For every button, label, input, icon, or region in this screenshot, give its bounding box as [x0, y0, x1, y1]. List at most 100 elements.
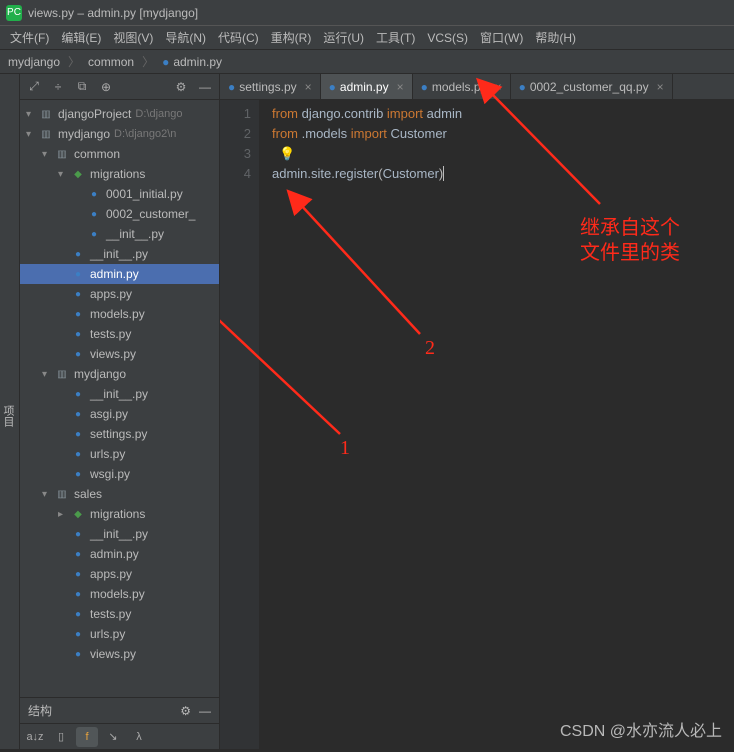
chevron-icon[interactable]: ▾	[26, 129, 38, 140]
menubar: 文件(F)编辑(E)视图(V)导航(N)代码(C)重构(R)运行(U)工具(T)…	[0, 26, 734, 50]
close-icon[interactable]: ×	[397, 80, 404, 94]
tree-item[interactable]: ●models.py	[20, 304, 219, 324]
python-icon: ●	[70, 547, 86, 561]
menu-item[interactable]: 文件(F)	[6, 27, 53, 48]
chevron-icon[interactable]: ▾	[58, 169, 70, 180]
menu-item[interactable]: 重构(R)	[267, 27, 316, 48]
chevron-icon[interactable]: ▸	[58, 509, 70, 520]
menu-item[interactable]: 帮助(H)	[531, 27, 580, 48]
editor-area: ●settings.py×●admin.py×●models.py×●0002_…	[220, 74, 734, 749]
window-title: views.py – admin.py [mydjango]	[28, 6, 198, 20]
select-opened-icon[interactable]: ÷	[50, 79, 66, 95]
menu-item[interactable]: 导航(N)	[161, 27, 210, 48]
sort-alpha-icon[interactable]: a↓z	[24, 727, 46, 747]
breadcrumb-item[interactable]: common	[88, 55, 134, 69]
python-icon: ●	[70, 467, 86, 481]
tree-item[interactable]: ▾▥mydjangoD:\django2\n	[20, 124, 219, 144]
chevron-icon[interactable]: ▾	[26, 109, 38, 120]
chevron-icon[interactable]: ▾	[42, 369, 54, 380]
menu-item[interactable]: 代码(C)	[214, 27, 263, 48]
project-tab[interactable]: 项目	[0, 74, 20, 749]
bulb-icon[interactable]: 💡	[279, 146, 295, 161]
python-icon: ●	[70, 607, 86, 621]
breadcrumb-item[interactable]: ●admin.py	[162, 55, 222, 69]
python-icon: ●	[70, 247, 86, 261]
tree-item[interactable]: ▾▥common	[20, 144, 219, 164]
project-toolbar: ⤢ ÷ ⧉ ⊕ ⚙ —	[20, 74, 219, 100]
close-icon[interactable]: ×	[495, 80, 502, 94]
tree-item[interactable]: ●settings.py	[20, 424, 219, 444]
tree-item[interactable]: ▸◆migrations	[20, 504, 219, 524]
breadcrumb-bar: mydjango〉common〉●admin.py	[0, 50, 734, 74]
tree-item[interactable]: ●views.py	[20, 344, 219, 364]
tree-item[interactable]: ●models.py	[20, 584, 219, 604]
tree-item[interactable]: ▾▥mydjango	[20, 364, 219, 384]
tree-item[interactable]: ●urls.py	[20, 444, 219, 464]
tree-item[interactable]: ▾▥djangoProjectD:\django	[20, 104, 219, 124]
tree-item[interactable]: ●urls.py	[20, 624, 219, 644]
close-icon[interactable]: ×	[657, 80, 664, 94]
tree-item[interactable]: ●__init__.py	[20, 384, 219, 404]
tree-item[interactable]: ●__init__.py	[20, 244, 219, 264]
filter-icon[interactable]: ▯	[50, 727, 72, 747]
editor-tab[interactable]: ●settings.py×	[220, 74, 321, 99]
collapse-icon[interactable]: ⧉	[74, 79, 90, 95]
menu-item[interactable]: 工具(T)	[372, 27, 419, 48]
python-icon: ●	[86, 227, 102, 241]
python-icon: ●	[70, 527, 86, 541]
chevron-icon[interactable]: ▾	[42, 489, 54, 500]
python-icon: ●	[70, 407, 86, 421]
tree-item[interactable]: ●views.py	[20, 644, 219, 664]
tree-item[interactable]: ▾◆migrations	[20, 164, 219, 184]
tree-item[interactable]: ●0002_customer_	[20, 204, 219, 224]
breadcrumb-item[interactable]: mydjango	[8, 55, 60, 69]
python-icon: ●	[421, 80, 428, 94]
tree-item[interactable]: ●admin.py	[20, 544, 219, 564]
menu-item[interactable]: 窗口(W)	[476, 27, 527, 48]
tree-item[interactable]: ●apps.py	[20, 284, 219, 304]
hide-icon[interactable]: —	[199, 704, 211, 718]
python-icon: ●	[70, 267, 86, 281]
show-lambda-icon[interactable]: λ	[128, 727, 150, 747]
folder-icon: ▥	[54, 487, 70, 501]
editor-tab[interactable]: ●0002_customer_qq.py×	[511, 74, 673, 99]
tree-item[interactable]: ●__init__.py	[20, 224, 219, 244]
tree-item[interactable]: ▾▥sales	[20, 484, 219, 504]
python-icon: ●	[70, 447, 86, 461]
editor-tab[interactable]: ●models.py×	[413, 74, 511, 99]
tree-item[interactable]: ●__init__.py	[20, 524, 219, 544]
django-icon: ◆	[70, 167, 86, 181]
menu-item[interactable]: 视图(V)	[109, 27, 157, 48]
python-icon: ●	[519, 80, 526, 94]
editor-tab[interactable]: ●admin.py×	[321, 74, 413, 99]
structure-header[interactable]: 结构 ⚙ —	[20, 697, 219, 723]
chevron-icon[interactable]: ▾	[42, 149, 54, 160]
show-fields-icon[interactable]: f	[76, 727, 98, 747]
django-icon: ◆	[70, 507, 86, 521]
gutter: 1234	[220, 100, 260, 749]
hide-icon[interactable]: —	[197, 79, 213, 95]
locate-icon[interactable]: ⊕	[98, 79, 114, 95]
python-icon: ●	[86, 187, 102, 201]
gear-icon[interactable]: ⚙	[173, 79, 189, 95]
menu-item[interactable]: 编辑(E)	[57, 27, 105, 48]
close-icon[interactable]: ×	[305, 80, 312, 94]
tree-item[interactable]: ●tests.py	[20, 604, 219, 624]
python-icon: ●	[70, 347, 86, 361]
tree-item[interactable]: ●wsgi.py	[20, 464, 219, 484]
python-icon: ●	[70, 327, 86, 341]
tree-item[interactable]: ●0001_initial.py	[20, 184, 219, 204]
project-tree: ▾▥djangoProjectD:\django▾▥mydjangoD:\dja…	[20, 100, 219, 697]
expand-all-icon[interactable]: ⤢	[26, 79, 42, 95]
tree-item[interactable]: ●asgi.py	[20, 404, 219, 424]
gear-icon[interactable]: ⚙	[180, 704, 191, 718]
python-icon: ●	[228, 80, 235, 94]
python-icon: ●	[70, 647, 86, 661]
code[interactable]: from django.contrib import admin from .m…	[260, 100, 734, 749]
menu-item[interactable]: VCS(S)	[423, 29, 472, 47]
show-inherited-icon[interactable]: ↘	[102, 727, 124, 747]
tree-item[interactable]: ●tests.py	[20, 324, 219, 344]
tree-item[interactable]: ●apps.py	[20, 564, 219, 584]
menu-item[interactable]: 运行(U)	[319, 27, 368, 48]
tree-item[interactable]: ●admin.py	[20, 264, 219, 284]
